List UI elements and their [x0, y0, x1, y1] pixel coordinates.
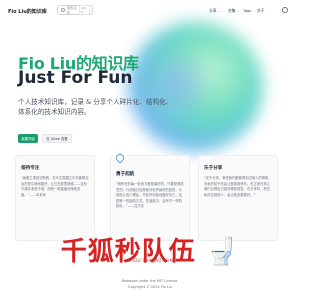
search-button[interactable]: 搜索文档 Ctrl K [57, 5, 93, 15]
get-started-button[interactable]: 我要开始 [18, 134, 38, 143]
nav-collect-label: 合集 [228, 8, 236, 13]
feature-card-focus[interactable]: 保持专注 “最难之事是沉默着，在众生熙攘之中仍能明见目然是平静地展开，让它在那里… [15, 155, 95, 241]
nav-tags[interactable]: Tags [243, 8, 251, 13]
search-placeholder: 搜索文档 [66, 6, 77, 15]
nav-share-label: 分享 [209, 8, 217, 13]
search-shortcut: Ctrl K [78, 5, 90, 15]
chevron-down-icon: ⌄ [236, 9, 240, 13]
hero-description: 个人技术知识库，记录 & 分享个人碎片化、结构化、体系化的技术知识内容。 [18, 98, 173, 116]
card-body: “最难之事是沉默着，在众生熙攘之中仍能明见目然是平静地展开，让它在那里静候——这… [21, 176, 89, 197]
feature-card-share[interactable]: 乐于分享 “关于分享，有些我们都曾得到过他人的帮助，无私的给予总会让我感到快乐，… [198, 155, 278, 241]
feature-card-sail[interactable]: 勇于起航 “我所在的每一处地方都是最好的，只要是我愿意的，行动就已经是我对世界最… [110, 152, 190, 241]
site-title[interactable]: Fio Liu的知识库 [8, 8, 47, 15]
nav-about[interactable]: 关于 [257, 8, 265, 14]
search-icon [61, 8, 65, 12]
nav-share[interactable]: 分享 ⌄ [209, 8, 220, 14]
card-title: 保持专注 [21, 166, 40, 171]
chevron-down-icon: ⌄ [217, 9, 221, 13]
card-body: “关于分享，有些我们都曾得到过他人的帮助，无私的给予总会让我感到快乐，也正是分享… [204, 176, 272, 197]
footer-copyright: Copyright © 2024 Fio Liu [128, 285, 172, 289]
hero-subtitle: Just For Fun [18, 68, 133, 88]
nav-collect[interactable]: 合集 ⌄ [228, 8, 239, 14]
location-pin-icon [114, 152, 126, 164]
view-on-gitee-button[interactable]: 在 Gitee 查看 [42, 134, 72, 143]
footer-license: Released under the MIT License. [121, 279, 179, 283]
watermark-subtext: BAIDU SHIMIAO.COM [126, 258, 174, 263]
theme-toggle-icon[interactable] [282, 7, 288, 13]
card-title: 勇于起航 [116, 172, 135, 177]
card-title: 乐于分享 [204, 166, 223, 171]
card-body: “我所在的每一处地方都是最好的，只要是我愿意的，行动就已经是我对世界最好的回答。… [116, 182, 184, 209]
top-nav: Fio Liu的知识库 搜索文档 Ctrl K 分享 ⌄ 合集 ⌄ Tags 关… [0, 0, 300, 22]
